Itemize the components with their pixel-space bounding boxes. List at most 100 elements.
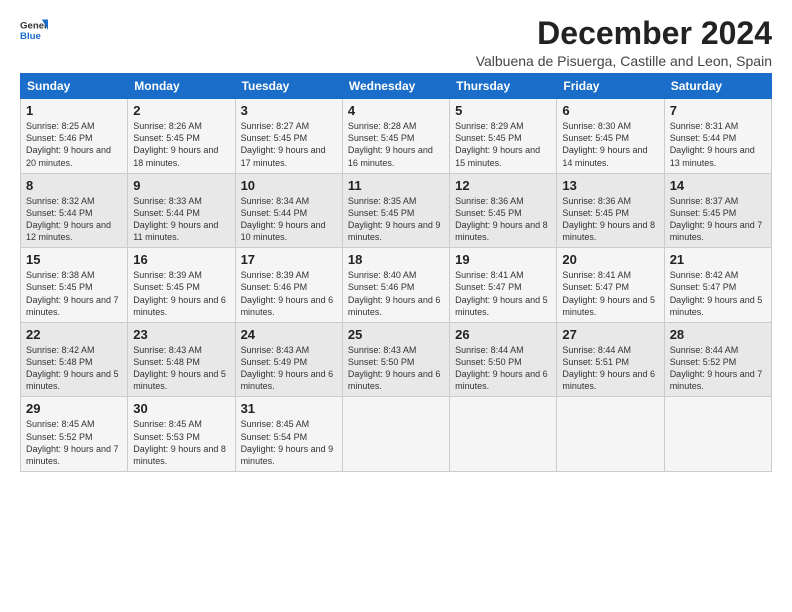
calendar-day-cell: 2 Sunrise: 8:26 AMSunset: 5:45 PMDaylight… — [128, 99, 235, 174]
day-info: Sunrise: 8:44 AMSunset: 5:52 PMDaylight:… — [670, 344, 766, 393]
calendar-day-cell: 20Sunrise: 8:41 AMSunset: 5:47 PMDayligh… — [557, 248, 664, 323]
calendar-day-cell: 13 Sunrise: 8:36 AMSunset: 5:45 PMDayligh… — [557, 173, 664, 248]
day-number: 2 — [133, 103, 229, 118]
calendar-week-row: 22Sunrise: 8:42 AMSunset: 5:48 PMDayligh… — [21, 322, 772, 397]
day-info: Sunrise: 8:28 AMSunset: 5:45 PMDaylight:… — [348, 120, 444, 169]
calendar-day-cell: 19 Sunrise: 8:41 AMSunset: 5:47 PMDayligh… — [450, 248, 557, 323]
calendar-day-cell — [557, 397, 664, 472]
day-number: 19 — [455, 252, 551, 267]
weekday-header-saturday: Saturday — [664, 74, 771, 99]
svg-text:Blue: Blue — [20, 31, 41, 42]
day-number: 31 — [241, 401, 337, 416]
day-info: Sunrise: 8:42 AMSunset: 5:48 PMDaylight:… — [26, 344, 122, 393]
day-number: 5 — [455, 103, 551, 118]
day-number: 27 — [562, 327, 658, 342]
weekday-header-thursday: Thursday — [450, 74, 557, 99]
calendar-day-cell: 9 Sunrise: 8:33 AMSunset: 5:44 PMDaylight… — [128, 173, 235, 248]
calendar-day-cell: 14 Sunrise: 8:37 AMSunset: 5:45 PMDayligh… — [664, 173, 771, 248]
day-info: Sunrise: 8:42 AMSunset: 5:47 PMDaylight:… — [670, 269, 766, 318]
calendar-day-cell: 11 Sunrise: 8:35 AMSunset: 5:45 PMDayligh… — [342, 173, 449, 248]
title-block: December 2024 Valbuena de Pisuerga, Cast… — [476, 16, 772, 69]
day-info: Sunrise: 8:25 AMSunset: 5:46 PMDaylight:… — [26, 120, 122, 169]
day-number: 29 — [26, 401, 122, 416]
calendar-week-row: 1 Sunrise: 8:25 AMSunset: 5:46 PMDaylight… — [21, 99, 772, 174]
weekday-header-sunday: Sunday — [21, 74, 128, 99]
day-info: Sunrise: 8:43 AMSunset: 5:50 PMDaylight:… — [348, 344, 444, 393]
day-number: 12 — [455, 178, 551, 193]
day-number: 16 — [133, 252, 229, 267]
calendar-day-cell: 22Sunrise: 8:42 AMSunset: 5:48 PMDayligh… — [21, 322, 128, 397]
calendar-day-cell: 18 Sunrise: 8:40 AMSunset: 5:46 PMDayligh… — [342, 248, 449, 323]
day-info: Sunrise: 8:35 AMSunset: 5:45 PMDaylight:… — [348, 195, 444, 244]
calendar-week-row: 15 Sunrise: 8:38 AMSunset: 5:45 PMDayligh… — [21, 248, 772, 323]
page-header: General Blue December 2024 Valbuena de P… — [20, 16, 772, 69]
weekday-header-monday: Monday — [128, 74, 235, 99]
weekday-header-friday: Friday — [557, 74, 664, 99]
day-number: 15 — [26, 252, 122, 267]
day-number: 1 — [26, 103, 122, 118]
day-info: Sunrise: 8:39 AMSunset: 5:45 PMDaylight:… — [133, 269, 229, 318]
day-number: 9 — [133, 178, 229, 193]
day-number: 17 — [241, 252, 337, 267]
day-number: 24 — [241, 327, 337, 342]
day-info: Sunrise: 8:39 AMSunset: 5:46 PMDaylight:… — [241, 269, 337, 318]
day-info: Sunrise: 8:36 AMSunset: 5:45 PMDaylight:… — [455, 195, 551, 244]
day-info: Sunrise: 8:45 AMSunset: 5:54 PMDaylight:… — [241, 418, 337, 467]
calendar-day-cell — [342, 397, 449, 472]
day-number: 23 — [133, 327, 229, 342]
calendar-day-cell: 5Sunrise: 8:29 AMSunset: 5:45 PMDaylight… — [450, 99, 557, 174]
day-number: 18 — [348, 252, 444, 267]
calendar-day-cell: 28 Sunrise: 8:44 AMSunset: 5:52 PMDayligh… — [664, 322, 771, 397]
day-info: Sunrise: 8:33 AMSunset: 5:44 PMDaylight:… — [133, 195, 229, 244]
calendar-day-cell: 31 Sunrise: 8:45 AMSunset: 5:54 PMDayligh… — [235, 397, 342, 472]
day-info: Sunrise: 8:37 AMSunset: 5:45 PMDaylight:… — [670, 195, 766, 244]
calendar-day-cell: 21 Sunrise: 8:42 AMSunset: 5:47 PMDayligh… — [664, 248, 771, 323]
day-number: 26 — [455, 327, 551, 342]
calendar-day-cell: 29 Sunrise: 8:45 AMSunset: 5:52 PMDayligh… — [21, 397, 128, 472]
day-number: 20 — [562, 252, 658, 267]
day-info: Sunrise: 8:31 AMSunset: 5:44 PMDaylight:… — [670, 120, 766, 169]
day-number: 4 — [348, 103, 444, 118]
calendar-day-cell: 24 Sunrise: 8:43 AMSunset: 5:49 PMDayligh… — [235, 322, 342, 397]
day-number: 8 — [26, 178, 122, 193]
day-info: Sunrise: 8:36 AMSunset: 5:45 PMDaylight:… — [562, 195, 658, 244]
calendar-day-cell: 17 Sunrise: 8:39 AMSunset: 5:46 PMDayligh… — [235, 248, 342, 323]
calendar-day-cell: 23 Sunrise: 8:43 AMSunset: 5:48 PMDayligh… — [128, 322, 235, 397]
calendar-day-cell: 27Sunrise: 8:44 AMSunset: 5:51 PMDayligh… — [557, 322, 664, 397]
calendar-day-cell: 3 Sunrise: 8:27 AMSunset: 5:45 PMDaylight… — [235, 99, 342, 174]
calendar-day-cell: 12 Sunrise: 8:36 AMSunset: 5:45 PMDayligh… — [450, 173, 557, 248]
day-info: Sunrise: 8:26 AMSunset: 5:45 PMDaylight:… — [133, 120, 229, 169]
month-title: December 2024 — [476, 16, 772, 51]
day-info: Sunrise: 8:41 AMSunset: 5:47 PMDaylight:… — [455, 269, 551, 318]
day-info: Sunrise: 8:27 AMSunset: 5:45 PMDaylight:… — [241, 120, 337, 169]
day-info: Sunrise: 8:43 AMSunset: 5:49 PMDaylight:… — [241, 344, 337, 393]
day-info: Sunrise: 8:30 AMSunset: 5:45 PMDaylight:… — [562, 120, 658, 169]
calendar-day-cell: 6 Sunrise: 8:30 AMSunset: 5:45 PMDaylight… — [557, 99, 664, 174]
day-info: Sunrise: 8:44 AMSunset: 5:50 PMDaylight:… — [455, 344, 551, 393]
location-title: Valbuena de Pisuerga, Castille and Leon,… — [476, 53, 772, 69]
calendar-day-cell: 4 Sunrise: 8:28 AMSunset: 5:45 PMDaylight… — [342, 99, 449, 174]
weekday-header-wednesday: Wednesday — [342, 74, 449, 99]
day-info: Sunrise: 8:34 AMSunset: 5:44 PMDaylight:… — [241, 195, 337, 244]
day-info: Sunrise: 8:38 AMSunset: 5:45 PMDaylight:… — [26, 269, 122, 318]
day-number: 28 — [670, 327, 766, 342]
day-number: 3 — [241, 103, 337, 118]
day-number: 10 — [241, 178, 337, 193]
day-info: Sunrise: 8:43 AMSunset: 5:48 PMDaylight:… — [133, 344, 229, 393]
calendar-day-cell: 15 Sunrise: 8:38 AMSunset: 5:45 PMDayligh… — [21, 248, 128, 323]
day-number: 21 — [670, 252, 766, 267]
day-info: Sunrise: 8:40 AMSunset: 5:46 PMDaylight:… — [348, 269, 444, 318]
calendar-day-cell: 8Sunrise: 8:32 AMSunset: 5:44 PMDaylight… — [21, 173, 128, 248]
calendar-day-cell — [450, 397, 557, 472]
day-number: 13 — [562, 178, 658, 193]
day-info: Sunrise: 8:45 AMSunset: 5:52 PMDaylight:… — [26, 418, 122, 467]
logo-icon: General Blue — [20, 16, 48, 44]
day-number: 25 — [348, 327, 444, 342]
logo: General Blue — [20, 16, 48, 44]
day-number: 6 — [562, 103, 658, 118]
calendar-day-cell: 1 Sunrise: 8:25 AMSunset: 5:46 PMDaylight… — [21, 99, 128, 174]
day-number: 30 — [133, 401, 229, 416]
day-number: 11 — [348, 178, 444, 193]
weekday-header-row: SundayMondayTuesdayWednesdayThursdayFrid… — [21, 74, 772, 99]
day-number: 14 — [670, 178, 766, 193]
